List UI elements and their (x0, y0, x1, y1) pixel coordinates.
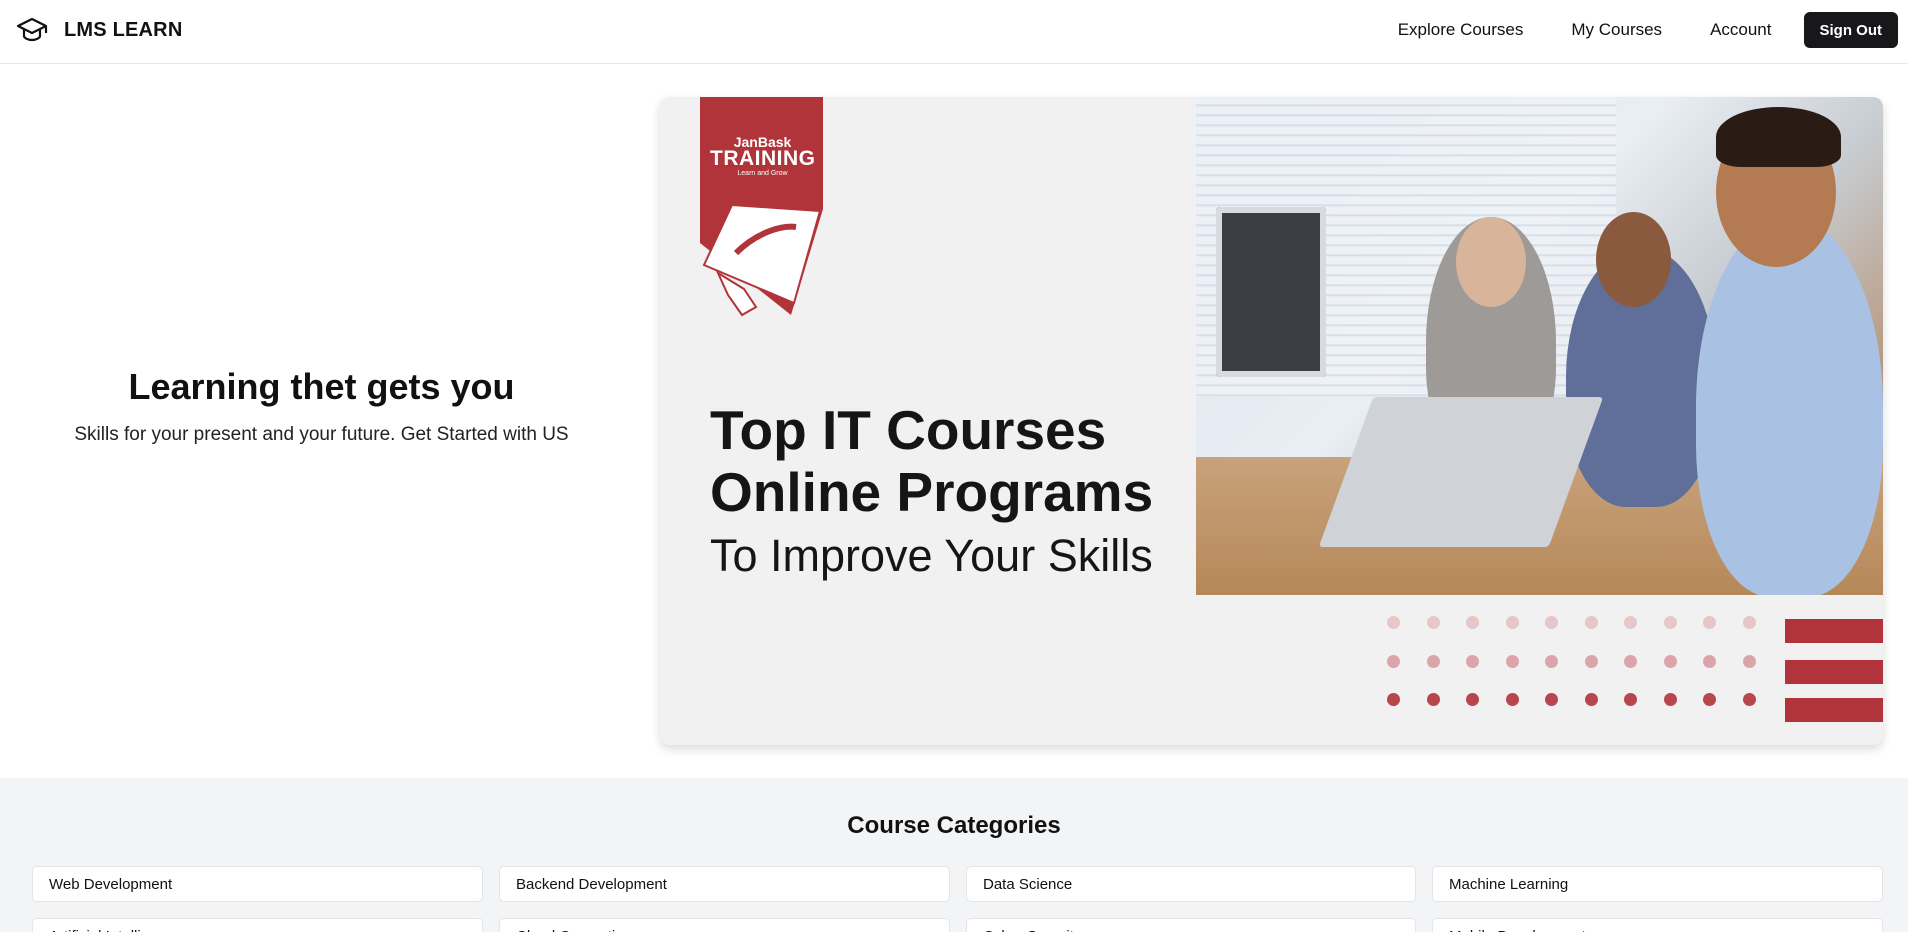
banner-line-2: Online Programs (710, 461, 1154, 523)
decor-dot (1426, 693, 1440, 706)
banner-line-1: Top IT Courses (710, 399, 1107, 461)
student-3 (1696, 217, 1883, 595)
banner-line-3: To Improve Your Skills (710, 530, 1153, 581)
student-1-head (1456, 217, 1526, 307)
category-backend-development[interactable]: Backend Development (499, 866, 950, 902)
decor-dot (1584, 693, 1598, 706)
category-artificial-intelligence[interactable]: Artificial Intelligence (32, 918, 483, 932)
decor-dot (1426, 654, 1440, 668)
monitor (1216, 207, 1326, 377)
decor-dot (1545, 654, 1558, 668)
hero-banner-image: JanBask TRAINING Learn and Grow Top IT C… (660, 97, 1883, 745)
top-navbar: LMS LEARN Explore Courses My Courses Acc… (0, 0, 1908, 64)
decor-dot (1663, 616, 1677, 629)
decor-dot (1426, 616, 1440, 629)
logo-line-2: TRAINING (710, 147, 816, 170)
decor-dot (1387, 616, 1400, 629)
decor-dot (1703, 654, 1716, 668)
brand-name: LMS LEARN (64, 18, 183, 41)
decor-dot (1624, 654, 1637, 668)
decor-dot (1703, 693, 1716, 706)
brand[interactable]: LMS LEARN (16, 14, 182, 46)
nav-my-courses[interactable]: My Courses (1547, 12, 1686, 48)
hero-subtitle: Skills for your present and your future.… (74, 424, 569, 445)
decor-dot (1624, 693, 1637, 706)
accent-bar (1785, 619, 1883, 643)
category-machine-learning[interactable]: Machine Learning (1432, 866, 1883, 902)
section-title: Course Categories (847, 812, 1061, 839)
main-nav: Explore Courses My Courses Account Sign … (1374, 12, 1898, 48)
student-3-hair (1716, 107, 1841, 167)
course-categories-section: Course Categories Web Development Backen… (0, 778, 1908, 932)
hero-title: Learning thet gets you (128, 366, 515, 407)
decor-dot (1466, 654, 1479, 668)
nav-explore-courses[interactable]: Explore Courses (1374, 12, 1548, 48)
decor-dot (1505, 616, 1519, 629)
category-cloud-computing[interactable]: Cloud Computing (499, 918, 950, 932)
decor-dot (1545, 693, 1558, 706)
students-photo (1196, 97, 1883, 595)
decor-dot (1742, 616, 1756, 629)
accent-bar (1785, 698, 1883, 722)
decor-dot (1466, 693, 1479, 706)
decor-dot (1387, 693, 1400, 706)
category-cyber-security[interactable]: Cyber Security (966, 918, 1416, 932)
decor-dot (1545, 616, 1558, 629)
graduation-cap-illustration (700, 203, 823, 317)
category-data-science[interactable]: Data Science (966, 866, 1416, 902)
decor-dot (1505, 654, 1519, 668)
decor-dot (1703, 616, 1716, 629)
decor-dot (1387, 654, 1400, 668)
sign-out-button[interactable]: Sign Out (1803, 12, 1898, 48)
decor-dot (1584, 616, 1598, 629)
category-mobile-development[interactable]: Mobile Development (1432, 918, 1883, 932)
decor-dot (1742, 693, 1756, 706)
decor-dot (1624, 616, 1637, 629)
hero-text: Learning thet gets you Skills for your p… (0, 64, 643, 778)
category-web-development[interactable]: Web Development (32, 866, 483, 902)
decor-dot (1505, 693, 1519, 706)
decor-dot (1466, 616, 1479, 629)
janbask-logo: JanBask TRAINING Learn and Grow (710, 135, 815, 178)
decor-dot (1663, 654, 1677, 668)
nav-account[interactable]: Account (1686, 12, 1803, 48)
decor-dot (1742, 654, 1756, 668)
graduation-cap-icon (16, 14, 48, 46)
logo-line-3: Learn and Grow (737, 170, 788, 177)
banner-headline: Top IT Courses Online Programs To Improv… (710, 399, 1153, 587)
decor-dot (1584, 654, 1598, 668)
brand-ribbon: JanBask TRAINING Learn and Grow (700, 97, 823, 205)
student-2-head (1596, 212, 1671, 307)
decor-dot (1663, 693, 1677, 706)
accent-bar (1785, 660, 1883, 684)
